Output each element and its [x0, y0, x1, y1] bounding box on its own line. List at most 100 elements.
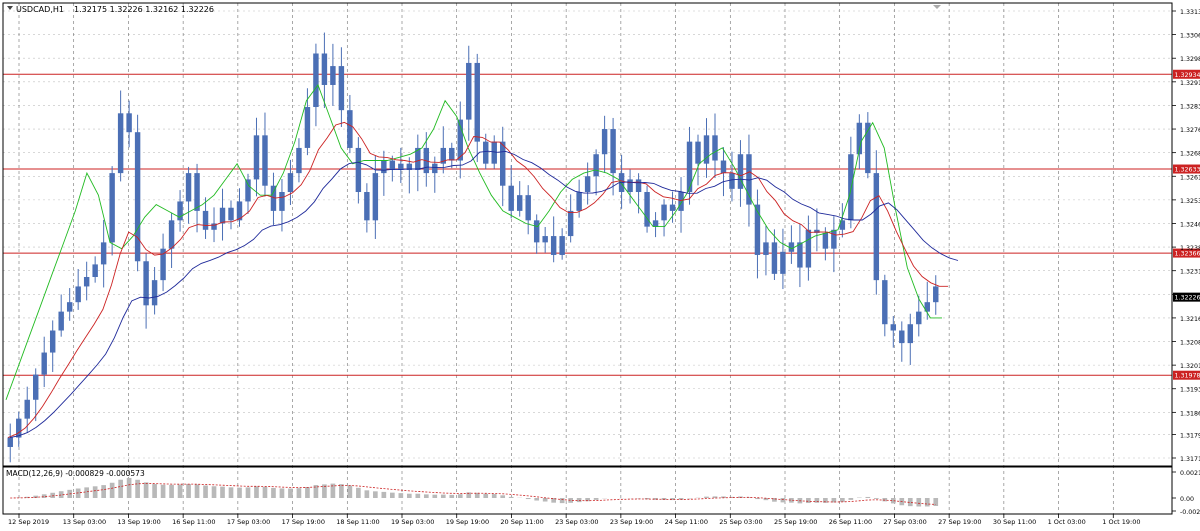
- y-tick-label: 1.32310: [1180, 269, 1200, 276]
- candle-body: [516, 195, 523, 211]
- candle-body: [313, 53, 319, 108]
- candle-body: [330, 66, 336, 85]
- candle-body: [695, 141, 701, 164]
- candle-body: [287, 173, 294, 193]
- candle-body: [432, 163, 438, 174]
- candle-body: [338, 66, 345, 111]
- macd-tick-label: -0.00237: [1180, 509, 1200, 516]
- y-tick-label: 1.33060: [1180, 33, 1200, 40]
- candle-body: [389, 160, 396, 170]
- x-tick-label: 1 Oct 19:00: [1102, 518, 1140, 526]
- x-tick-label: 16 Sep 11:00: [172, 518, 215, 526]
- x-tick-label: 27 Sep 03:00: [883, 518, 926, 526]
- candle-body: [882, 280, 888, 325]
- y-tick-label: 1.32910: [1180, 80, 1200, 87]
- current-price-label: 1.32226: [1175, 295, 1200, 302]
- x-tick-label: 17 Sep 03:00: [227, 518, 270, 526]
- x-tick-label: 19 Sep 19:00: [446, 518, 489, 526]
- candle-body: [279, 192, 285, 211]
- candle-body: [92, 264, 98, 277]
- candle-body: [780, 251, 786, 274]
- candle-body: [364, 192, 370, 221]
- chart-background: [0, 0, 1200, 531]
- candle-body: [347, 110, 353, 148]
- x-tick-label: 23 Sep 03:00: [555, 518, 598, 526]
- x-tick-label: 19 Sep 03:00: [391, 518, 434, 526]
- candle-body: [194, 173, 200, 211]
- candle-body: [483, 141, 489, 164]
- candle-body: [474, 62, 480, 142]
- x-tick-label: 27 Sep 19:00: [938, 518, 981, 526]
- x-tick-label: 17 Sep 19:00: [282, 518, 325, 526]
- candle-body: [567, 210, 574, 237]
- candle-body: [584, 176, 591, 193]
- candle-body: [49, 330, 56, 353]
- candle-body: [550, 236, 557, 255]
- candle-body: [253, 135, 260, 180]
- candle-body: [262, 135, 268, 186]
- candle-body: [355, 147, 362, 193]
- x-tick-label: 18 Sep 11:00: [336, 518, 379, 526]
- y-tick-label: 1.32160: [1180, 316, 1200, 323]
- candle-body: [151, 280, 158, 306]
- candle-body: [686, 141, 693, 193]
- candle-body: [83, 276, 90, 287]
- candle-body: [109, 173, 115, 243]
- ohlc-values: 1.32175 1.32226 1.32162 1.32226: [74, 5, 214, 14]
- y-tick-label: 1.32835: [1180, 103, 1200, 110]
- candle-body: [117, 113, 124, 174]
- candle-body: [661, 204, 667, 221]
- candle-body: [134, 132, 141, 262]
- candle-body: [831, 229, 837, 249]
- macd-tick-label: 0.00: [1180, 496, 1194, 503]
- candle-body: [185, 173, 192, 202]
- x-tick-label: 30 Sep 11:00: [993, 518, 1036, 526]
- candle-body: [525, 195, 531, 221]
- candle-body: [100, 242, 107, 265]
- candle-body: [635, 179, 642, 193]
- x-tick-label: 13 Sep 03:00: [63, 518, 106, 526]
- candle-body: [296, 147, 302, 174]
- x-tick-label: 25 Sep 03:00: [719, 518, 762, 526]
- candle-body: [822, 232, 829, 249]
- macd-label: MACD(12,26,9) -0.000829 -0.000573: [6, 469, 145, 478]
- candle-body: [304, 107, 311, 148]
- x-tick-label: 24 Sep 11:00: [665, 518, 708, 526]
- y-tick-label: 1.32010: [1180, 363, 1200, 370]
- x-tick-label: 26 Sep 11:00: [829, 518, 872, 526]
- x-tick-label: 20 Sep 11:00: [500, 518, 543, 526]
- candle-body: [177, 201, 183, 221]
- candle-body: [805, 229, 812, 268]
- x-tick-label: 1 Oct 03:00: [1048, 518, 1086, 526]
- candle-body: [372, 173, 379, 221]
- candle-body: [143, 261, 149, 306]
- y-tick-label: 1.32085: [1180, 340, 1200, 347]
- chart-canvas: 1.329341.326331.323661.31978 1.331351.33…: [0, 0, 1200, 531]
- y-tick-label: 1.31790: [1180, 432, 1200, 439]
- candle-body: [7, 437, 13, 447]
- y-tick-label: 1.32535: [1180, 198, 1200, 205]
- y-tick-label: 1.32610: [1180, 174, 1200, 181]
- candle-body: [712, 135, 718, 161]
- candle-body: [24, 399, 30, 419]
- x-tick-label: 25 Sep 19:00: [774, 518, 817, 526]
- candle-body: [797, 242, 803, 268]
- candle-body: [126, 113, 132, 133]
- candle-body: [449, 147, 455, 161]
- candle-body: [593, 154, 599, 177]
- candle-body: [168, 220, 175, 249]
- candle-body: [58, 311, 64, 331]
- candle-body: [899, 330, 905, 344]
- candle-body: [627, 179, 633, 193]
- candle-body: [466, 62, 472, 120]
- candle-body: [508, 185, 514, 211]
- y-tick-label: 1.32685: [1180, 151, 1200, 158]
- x-tick-label: 23 Sep 19:00: [610, 518, 653, 526]
- candle-body: [601, 129, 608, 155]
- level-badge-label: 1.31978: [1175, 373, 1200, 380]
- y-tick-label: 1.32385: [1180, 245, 1200, 252]
- y-tick-label: 1.32460: [1180, 221, 1200, 228]
- candle-body: [559, 236, 565, 255]
- y-tick-label: 1.32985: [1180, 56, 1200, 63]
- candle-body: [542, 236, 548, 243]
